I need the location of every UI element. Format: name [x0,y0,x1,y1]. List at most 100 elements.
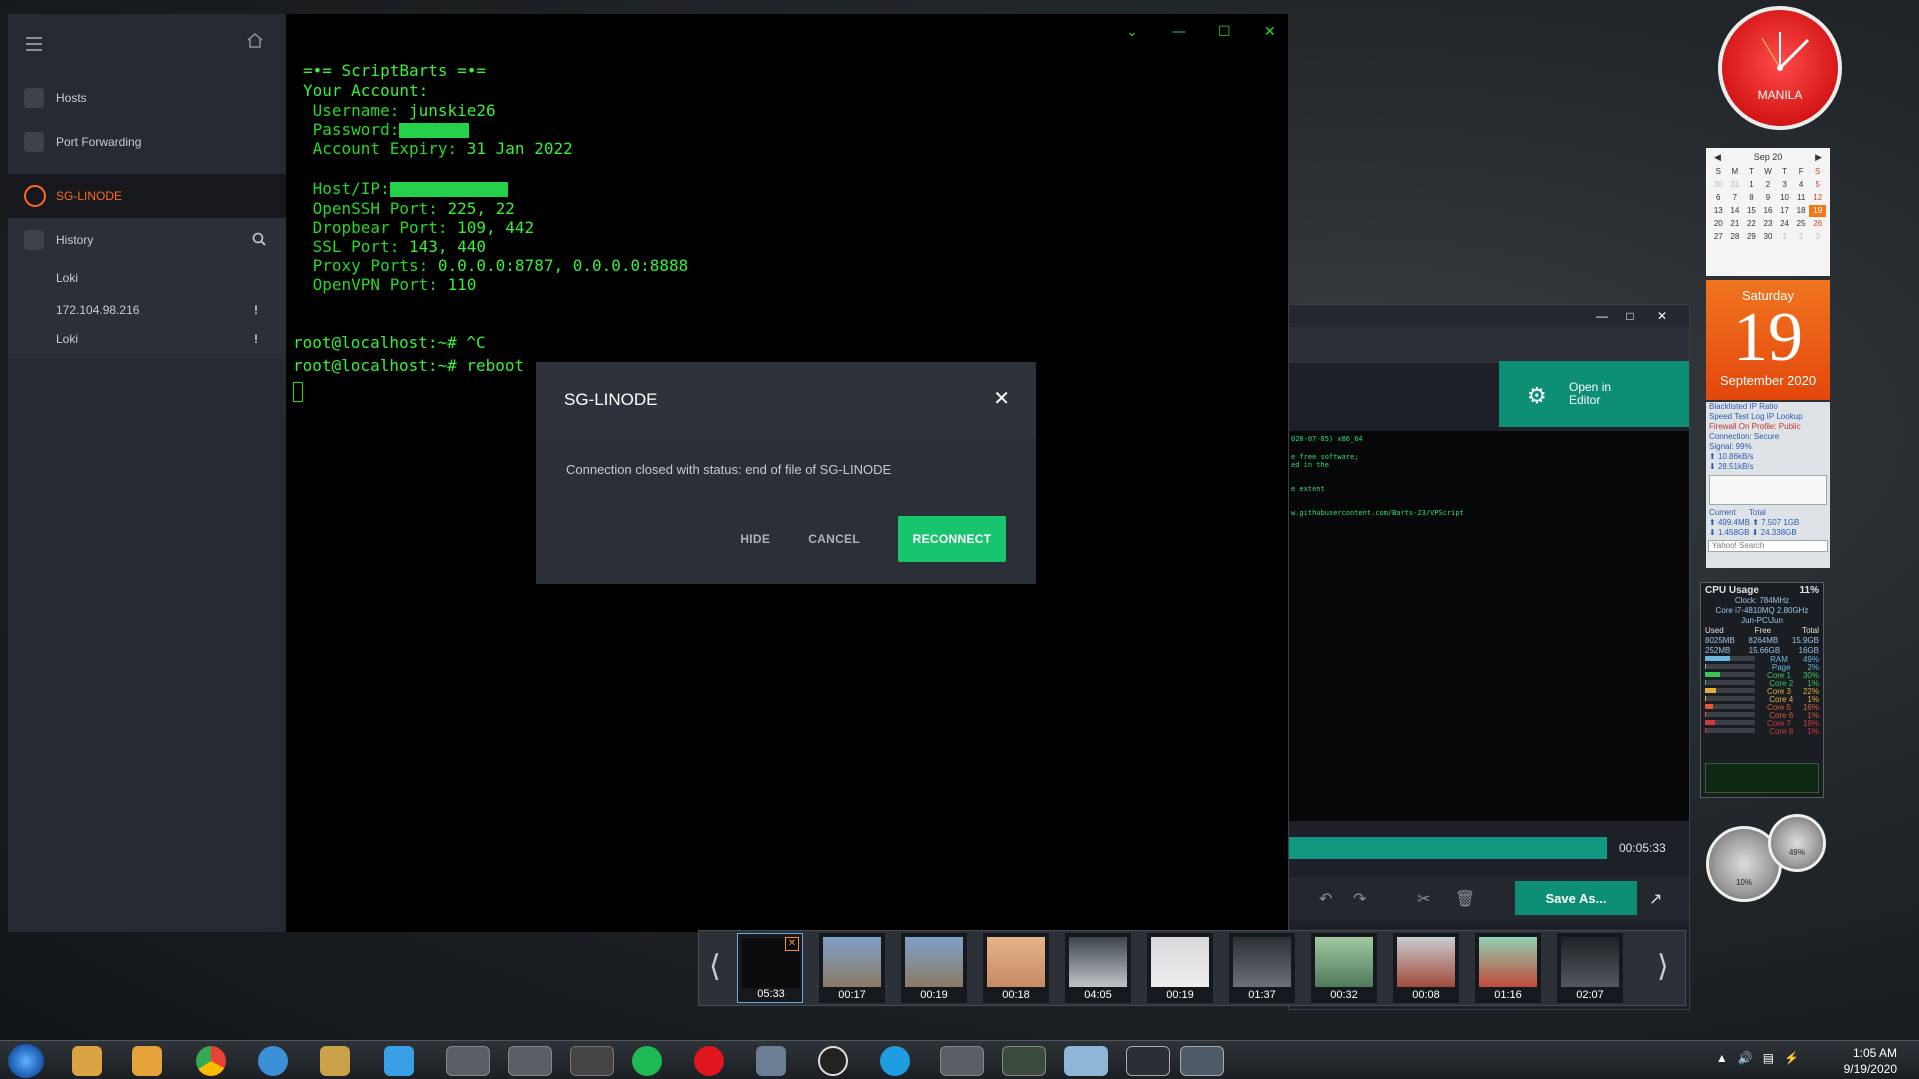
thumbnail[interactable]: 02:07 [1557,933,1623,1003]
opera-icon[interactable] [694,1046,724,1076]
close-icon[interactable]: ✕ [1264,24,1276,40]
calendar-day[interactable]: 11 [1793,192,1810,204]
home-icon[interactable] [246,32,264,53]
thumbnail[interactable]: 00:08 [1393,933,1459,1003]
sidebar-item-active-host[interactable]: SG-LINODE [8,174,286,218]
calendar-day[interactable]: 1 [1776,231,1793,243]
calendar-day[interactable]: 3 [1809,231,1826,243]
calendar-day[interactable]: 19 [1809,205,1826,217]
video-recorder-icon[interactable] [1180,1046,1224,1076]
calendar-day[interactable]: 2 [1793,231,1810,243]
calendar-day[interactable]: 6 [1710,192,1727,204]
calendar-day[interactable]: 26 [1809,218,1826,230]
speedometer-icon[interactable] [818,1046,848,1076]
network-monitor-gadget[interactable]: Blacklisted IP Ratio Speed Test Log IP L… [1706,402,1830,568]
open-in-editor-button[interactable]: ⚙ Open in Editor [1499,361,1689,427]
tool-icon[interactable] [320,1046,350,1076]
sidebar-item-port-forwarding[interactable]: Port Forwarding [8,120,286,164]
calendar-day[interactable]: 20 [1710,218,1727,230]
calendar-day[interactable]: 18 [1793,205,1810,217]
thumbnail[interactable]: ✕ 05:33 [737,933,803,1003]
calendar-day[interactable]: 7 [1727,192,1744,204]
redo-icon[interactable]: ↷ [1353,889,1366,909]
brave-icon[interactable] [508,1046,552,1076]
search-icon[interactable] [252,232,266,249]
calendar-day[interactable]: 1 [1743,179,1760,191]
cpu-monitor-gadget[interactable]: CPU Usage 11% Clock: 784MHz Core i7-4810… [1700,582,1824,798]
thumbnail[interactable]: 00:19 [1147,933,1213,1003]
trash-icon[interactable]: 🗑 [1455,889,1475,909]
hamburger-menu-icon[interactable] [26,37,42,55]
calendar-day[interactable]: 31 [1727,179,1744,191]
maximize-icon[interactable]: ☐ [1218,24,1231,40]
headphones-icon[interactable] [570,1046,614,1076]
spreadsheet-icon[interactable] [1002,1046,1046,1076]
calendar-day[interactable]: 15 [1743,205,1760,217]
cancel-button[interactable]: CANCEL [808,532,860,546]
search-input[interactable]: Yahoo! Search [1708,540,1828,552]
net-line[interactable]: Speed Test Log IP Lookup [1706,412,1830,422]
close-icon[interactable]: ✕ [785,937,799,951]
calendar-day[interactable]: 21 [1727,218,1744,230]
notepad-icon[interactable] [1064,1046,1108,1076]
save-as-button[interactable]: Save As... [1515,881,1637,915]
calendar-day[interactable]: 30 [1710,179,1727,191]
share-icon[interactable]: ↗ [1649,889,1662,909]
timeline-progress[interactable] [1289,837,1607,859]
calendar-day[interactable]: 30 [1760,231,1777,243]
calendar-day[interactable]: 16 [1760,205,1777,217]
history-entry[interactable]: 172.104.98.216 ! [8,294,286,326]
chrome-icon[interactable] [196,1046,226,1076]
reconnect-button[interactable]: RECONNECT [898,516,1006,562]
minimize-icon[interactable]: — [1172,24,1186,40]
calendar-day[interactable]: 3 [1776,179,1793,191]
close-icon[interactable]: ✕ [993,386,1010,411]
sidebar-item-history[interactable]: History [8,218,286,262]
system-tray[interactable]: ▲ 🔊 ▤ ⚡ [1716,1051,1799,1065]
hide-button[interactable]: HIDE [740,532,770,546]
thumbnail[interactable]: 00:19 [901,933,967,1003]
calendar-day[interactable]: 2 [1760,179,1777,191]
calendar-day[interactable]: 5 [1809,179,1826,191]
next-month-icon[interactable]: ▶ [1815,152,1822,163]
calendar-day[interactable]: 14 [1727,205,1744,217]
calendar-day[interactable]: 28 [1727,231,1744,243]
date-gadget[interactable]: Saturday 19 September 2020 [1706,280,1830,400]
clock-gadget[interactable]: MANILA [1718,6,1842,130]
internet-explorer-icon[interactable] [258,1046,288,1076]
thumbnail[interactable]: 01:16 [1475,933,1541,1003]
calendar-day[interactable]: 12 [1809,192,1826,204]
calendar-day[interactable]: 25 [1793,218,1810,230]
calendar-day[interactable]: 8 [1743,192,1760,204]
calendar-day[interactable]: 27 [1710,231,1727,243]
calendar-day[interactable]: 9 [1760,192,1777,204]
thumbnail[interactable]: 00:17 [819,933,885,1003]
calendar-day[interactable]: 13 [1710,205,1727,217]
computer-icon[interactable] [756,1046,786,1076]
calendar-day[interactable]: 24 [1776,218,1793,230]
scroll-left-icon[interactable]: ⟨ [709,949,721,984]
spotify-icon[interactable] [632,1046,662,1076]
calendar-day[interactable]: 10 [1776,192,1793,204]
sidebar-item-hosts[interactable]: Hosts [8,76,286,120]
calendar-day[interactable]: 29 [1743,231,1760,243]
history-entry[interactable]: Loki [8,262,286,294]
media-player-icon[interactable] [132,1046,162,1076]
thumbnail[interactable]: 00:18 [983,933,1049,1003]
prev-month-icon[interactable]: ◀ [1714,152,1721,163]
calendar-day[interactable]: 17 [1776,205,1793,217]
calendar-day[interactable]: 23 [1760,218,1777,230]
cut-icon[interactable]: ✂ [1417,889,1430,909]
minimize-icon[interactable]: — [1591,308,1613,324]
calendar-day[interactable]: 22 [1743,218,1760,230]
skype-icon[interactable] [880,1046,910,1076]
maximize-icon[interactable]: □ [1619,308,1641,324]
thumbnail[interactable]: 00:32 [1311,933,1377,1003]
file-explorer-icon[interactable] [72,1046,102,1076]
start-button[interactable] [8,1044,44,1078]
calendar-day[interactable]: 4 [1793,179,1810,191]
history-entry[interactable]: Loki ! [8,326,286,358]
gauge-gadget[interactable]: 49% [1768,814,1826,872]
thumbnail[interactable]: 01:37 [1229,933,1295,1003]
scroll-right-icon[interactable]: ⟩ [1657,949,1669,984]
